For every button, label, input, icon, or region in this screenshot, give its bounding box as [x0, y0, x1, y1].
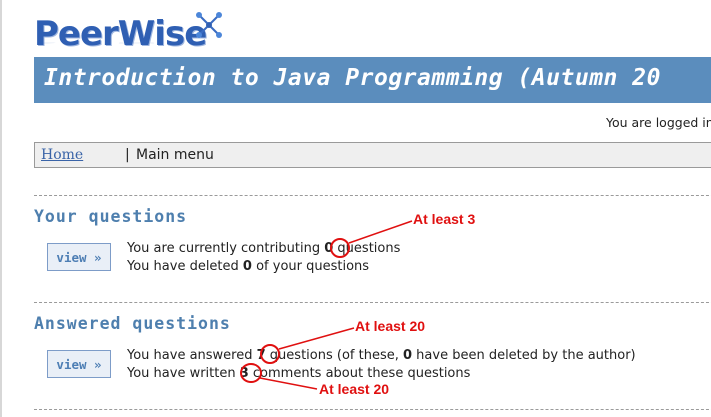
answered-line: You have answered 7 questions (of these,… [127, 347, 636, 364]
contributing-line: You are currently contributing 0 questio… [127, 240, 400, 257]
comments-line: You have written 3 comments about these … [127, 365, 470, 382]
comments-prefix: You have written [127, 366, 240, 381]
view-answered-questions-button[interactable]: view » [47, 350, 111, 378]
deleted-prefix: You have deleted [127, 259, 243, 274]
contributing-prefix: You are currently contributing [127, 241, 325, 256]
comments-suffix: comments about these questions [248, 366, 471, 381]
section-divider [34, 302, 711, 303]
view-your-questions-button[interactable]: view » [47, 243, 111, 271]
annotation-line-answered [278, 327, 355, 350]
section-divider [34, 409, 711, 410]
logo-wordmark: PeerWise [34, 14, 207, 54]
peerwise-logo[interactable]: PeerWise PeerWise [34, 10, 234, 56]
course-banner: Introduction to Java Programming (Autumn… [34, 57, 711, 103]
section-divider [34, 195, 711, 196]
answered-count: 7 [256, 348, 266, 363]
answered-deleted-count: 0 [402, 348, 413, 363]
course-title: Introduction to Java Programming (Autumn… [44, 65, 661, 91]
breadcrumb-home-link[interactable]: Home [41, 147, 83, 163]
comments-count: 3 [239, 366, 249, 381]
annotation-comments: At least 20 [319, 381, 390, 397]
breadcrumb-current: Main menu [136, 147, 214, 163]
deleted-suffix: of your questions [251, 259, 370, 274]
breadcrumb: Home | Main menu [34, 142, 711, 168]
deleted-line: You have deleted 0 of your questions [127, 258, 369, 275]
answered-prefix: You have answered [127, 348, 257, 363]
login-status: You are logged in [606, 115, 711, 130]
deleted-count: 0 [242, 259, 252, 274]
annotation-contributing: At least 3 [413, 211, 476, 227]
your-questions-heading: Your questions [34, 207, 188, 226]
annotation-answered: At least 20 [355, 318, 426, 334]
contributing-count: 0 [324, 241, 334, 256]
contributing-suffix: questions [333, 241, 401, 256]
window-edge [0, 0, 2, 417]
logo-reflection: PeerWise [34, 43, 206, 47]
breadcrumb-separator: | [125, 147, 130, 163]
answered-middle: questions (of these, [265, 348, 403, 363]
answered-suffix: have been deleted by the author) [412, 348, 636, 363]
logo-network-icon [196, 12, 222, 38]
answered-questions-heading: Answered questions [34, 314, 231, 333]
